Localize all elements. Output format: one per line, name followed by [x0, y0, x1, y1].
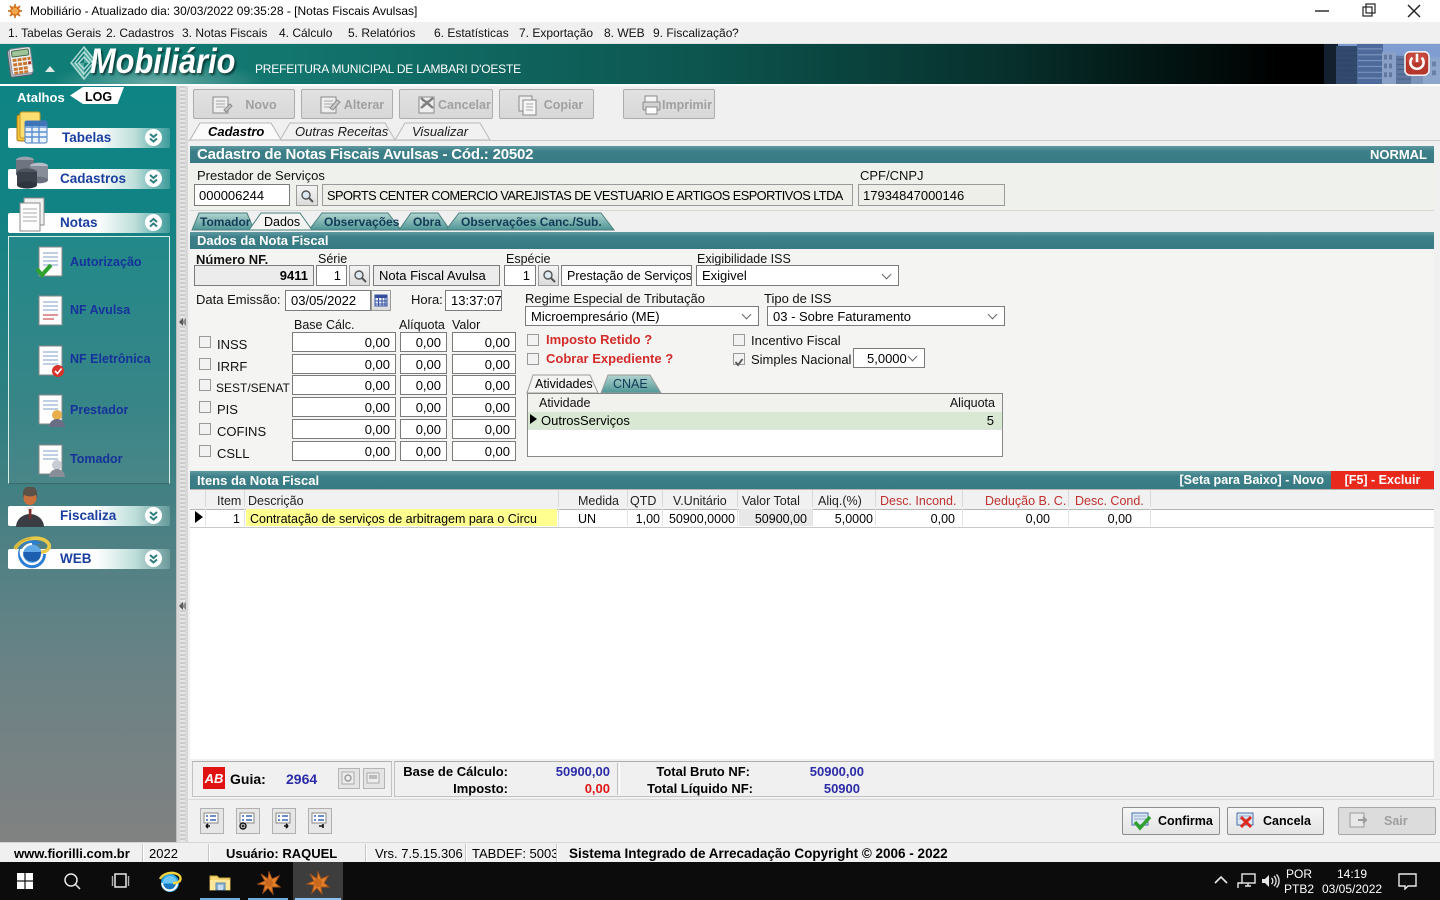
svg-text:Outras Receitas: Outras Receitas — [295, 124, 389, 139]
svg-text:Dados: Dados — [264, 215, 300, 229]
svg-text:Obra: Obra — [413, 215, 441, 229]
svg-text:Visualizar: Visualizar — [412, 124, 469, 139]
svg-text:Tomador: Tomador — [200, 215, 251, 229]
svg-text:CNAE: CNAE — [613, 377, 648, 391]
svg-text:Observações Canc./Sub.: Observações Canc./Sub. — [461, 215, 602, 229]
svg-text:Atividades: Atividades — [535, 377, 593, 391]
svg-text:Cadastro: Cadastro — [208, 124, 264, 139]
svg-text:Observações: Observações — [324, 215, 400, 229]
